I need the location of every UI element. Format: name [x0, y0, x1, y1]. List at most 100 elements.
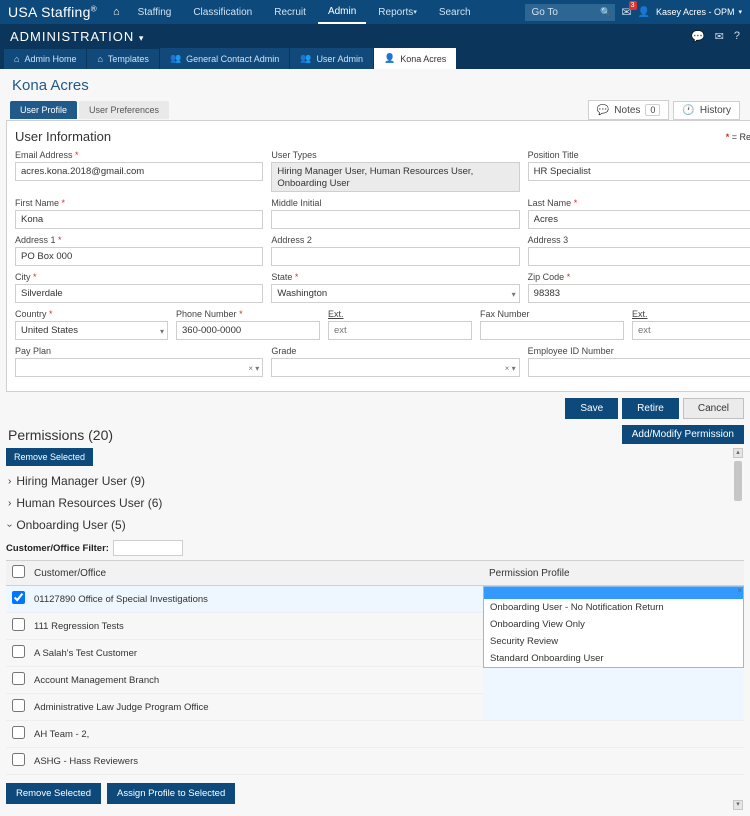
- chevron-right-icon: ›: [8, 476, 11, 487]
- email-input[interactable]: [15, 162, 263, 181]
- admin-title[interactable]: ADMINISTRATION ▾: [10, 29, 144, 44]
- row-customer[interactable]: Account Management Branch: [28, 667, 483, 694]
- phone-input[interactable]: [176, 321, 320, 340]
- mail-icon[interactable]: ✉: [715, 30, 724, 43]
- first-name-input[interactable]: [15, 210, 263, 229]
- fax-ext-input[interactable]: [632, 321, 750, 340]
- save-button[interactable]: Save: [565, 398, 618, 419]
- acc-hiring-manager[interactable]: ›Hiring Manager User (9): [6, 470, 744, 492]
- nav-classification[interactable]: Classification: [183, 0, 262, 24]
- chevron-down-icon: ▾: [413, 8, 417, 16]
- secnav-user-profile[interactable]: User Profile: [10, 101, 77, 119]
- country-select[interactable]: [15, 321, 168, 340]
- fax-input[interactable]: [480, 321, 624, 340]
- retire-button[interactable]: Retire: [622, 398, 679, 419]
- filter-label: Customer/Office Filter:: [6, 543, 109, 554]
- home-icon: ⌂: [14, 54, 19, 64]
- col-permission-profile[interactable]: Permission Profile: [483, 561, 744, 586]
- assign-profile-button[interactable]: Assign Profile to Selected: [107, 783, 235, 804]
- zip-label: Zip Code *: [528, 272, 750, 282]
- addr1-input[interactable]: [15, 247, 263, 266]
- email-label: Email Address *: [15, 150, 263, 160]
- row-customer[interactable]: ASHG - Hass Reviewers: [28, 748, 483, 775]
- search-icon[interactable]: 🔍: [600, 7, 611, 18]
- notif-icon[interactable]: ✉3: [621, 5, 631, 19]
- row-customer[interactable]: 01127890 Office of Special Investigation…: [28, 586, 483, 613]
- position-title-label: Position Title: [528, 150, 750, 160]
- nav-staffing[interactable]: Staffing: [128, 0, 182, 24]
- home-icon[interactable]: ⌂: [113, 6, 120, 18]
- row-customer[interactable]: A Salah's Test Customer: [28, 640, 483, 667]
- filter-input[interactable]: [113, 540, 183, 556]
- middle-initial-input[interactable]: [271, 210, 519, 229]
- state-label: State *: [271, 272, 519, 282]
- dropdown-option[interactable]: Security Review: [484, 633, 743, 650]
- nav-recruit[interactable]: Recruit: [264, 0, 316, 24]
- row-checkbox[interactable]: [12, 753, 25, 766]
- empid-input[interactable]: [528, 358, 750, 377]
- scroll-up-icon[interactable]: ▴: [733, 448, 743, 458]
- chevron-down-icon: ▾: [738, 8, 742, 16]
- subtab-gen-contact[interactable]: 👥General Contact Admin: [160, 48, 290, 69]
- perm-title: Permissions (20): [6, 427, 115, 443]
- help-icon[interactable]: ?: [734, 30, 740, 43]
- subtab-kona[interactable]: 👤Kona Acres: [374, 48, 457, 69]
- nav-reports[interactable]: Reports ▾: [368, 0, 427, 24]
- history-button[interactable]: 🕐History: [673, 101, 740, 120]
- addr3-input[interactable]: [528, 247, 750, 266]
- row-customer[interactable]: AH Team - 2,: [28, 721, 483, 748]
- row-customer[interactable]: Administrative Law Judge Program Office: [28, 694, 483, 721]
- row-checkbox[interactable]: [12, 699, 25, 712]
- city-label: City *: [15, 272, 263, 282]
- profile-dropdown-list: Onboarding User - No Notification Return…: [483, 586, 744, 668]
- chat-icon[interactable]: 💬: [691, 30, 705, 43]
- dropdown-selection-bar[interactable]: [484, 587, 743, 599]
- cancel-button[interactable]: Cancel: [683, 398, 744, 419]
- dropdown-option[interactable]: Onboarding View Only: [484, 616, 743, 633]
- row-checkbox[interactable]: [12, 726, 25, 739]
- profile-dropdown[interactable]: × Onboarding User - No Notification Retu…: [483, 586, 744, 668]
- remove-selected-button[interactable]: Remove Selected: [6, 448, 93, 466]
- subtab-user-admin[interactable]: 👥User Admin: [290, 48, 374, 69]
- last-name-input[interactable]: [528, 210, 750, 229]
- payplan-select[interactable]: [15, 358, 263, 377]
- row-checkbox[interactable]: [12, 618, 25, 631]
- addr2-input[interactable]: [271, 247, 519, 266]
- clock-icon: 🕐: [682, 105, 694, 116]
- acc-onboarding-user[interactable]: ›Onboarding User (5): [6, 514, 744, 536]
- phone-ext-input[interactable]: [328, 321, 472, 340]
- row-checkbox[interactable]: [12, 591, 25, 604]
- city-input[interactable]: [15, 284, 263, 303]
- scroll-thumb[interactable]: [734, 461, 742, 501]
- empid-label: Employee ID Number: [528, 346, 750, 356]
- scroll-down-icon[interactable]: ▾: [733, 800, 743, 810]
- secnav-user-prefs[interactable]: User Preferences: [79, 101, 169, 119]
- col-customer[interactable]: Customer/Office: [28, 561, 483, 586]
- row-checkbox[interactable]: [12, 645, 25, 658]
- acc-hr-user[interactable]: ›Human Resources User (6): [6, 492, 744, 514]
- nav-admin[interactable]: Admin: [318, 0, 366, 24]
- subtab-admin-home[interactable]: ⌂Admin Home: [4, 49, 87, 69]
- scrollbar[interactable]: ▴ ▾: [733, 448, 743, 810]
- notes-button[interactable]: 💬Notes0: [588, 100, 670, 120]
- user-label[interactable]: Kasey Acres - OPM ▾: [656, 7, 742, 17]
- state-select[interactable]: [271, 284, 519, 303]
- row-checkbox[interactable]: [12, 672, 25, 685]
- remove-selected-button-2[interactable]: Remove Selected: [6, 783, 101, 804]
- nav-search[interactable]: Search: [429, 0, 481, 24]
- zip-input[interactable]: [528, 284, 750, 303]
- search-wrap: 🔍: [525, 4, 615, 21]
- row-customer[interactable]: 111 Regression Tests: [28, 613, 483, 640]
- dropdown-option[interactable]: Standard Onboarding User: [484, 650, 743, 667]
- dropdown-option[interactable]: Onboarding User - No Notification Return: [484, 599, 743, 616]
- grade-select[interactable]: [271, 358, 519, 377]
- brand: USA Staffing®: [8, 4, 97, 20]
- subtab-templates[interactable]: ⌂Templates: [87, 49, 159, 69]
- select-all-checkbox[interactable]: [12, 565, 25, 578]
- add-modify-permission-button[interactable]: Add/Modify Permission: [622, 425, 744, 444]
- payplan-label: Pay Plan: [15, 346, 263, 356]
- admin-bar: ADMINISTRATION ▾ 💬 ✉ ?: [0, 24, 750, 48]
- country-label: Country *: [15, 309, 168, 319]
- position-title-input[interactable]: [528, 162, 750, 181]
- fax-label: Fax Number: [480, 309, 624, 319]
